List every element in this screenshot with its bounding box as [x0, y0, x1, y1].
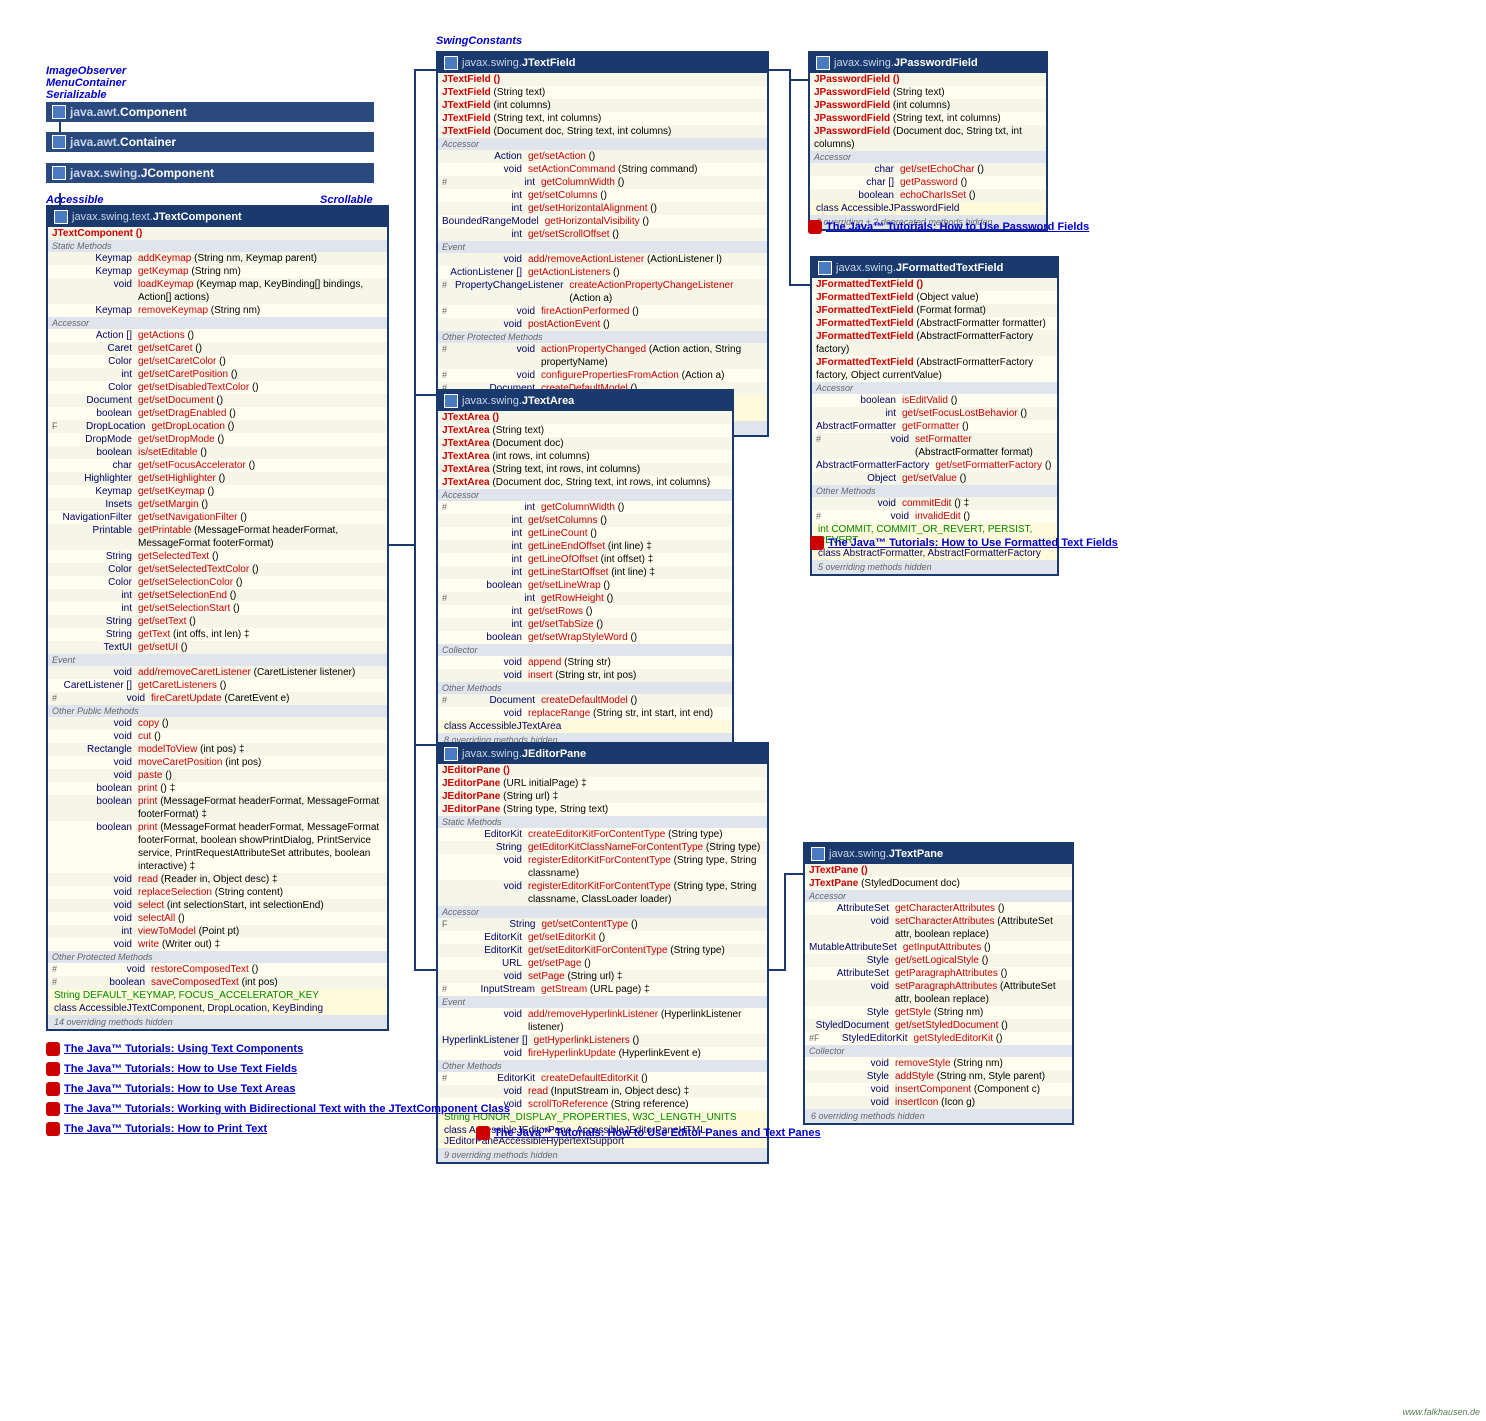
box-jpasswordfield: javax.swing.JPasswordField JPasswordFiel…: [808, 51, 1048, 231]
class-icon: [444, 394, 458, 408]
box-jtextcomponent: javax.swing.text.JTextComponent JTextCom…: [46, 205, 389, 1031]
class-icon: [444, 747, 458, 761]
tutorial-link[interactable]: The Java™ Tutorials: How to Use Text Fie…: [46, 1062, 297, 1076]
class-icon: [816, 56, 830, 70]
iface-imageobserver: ImageObserver: [46, 65, 126, 77]
bullet-icon: [46, 1082, 60, 1096]
box-component: java.awt.Component: [46, 102, 374, 122]
bullet-icon: [810, 536, 824, 550]
box-jeditorpane: javax.swing.JEditorPane JEditorPane () J…: [436, 742, 769, 1164]
bullet-icon: [46, 1062, 60, 1076]
tutorial-link[interactable]: The Java™ Tutorials: How to Print Text: [46, 1122, 267, 1136]
class-icon: [818, 261, 832, 275]
class-icon: [444, 56, 458, 70]
bullet-icon: [46, 1042, 60, 1056]
box-jtextarea: javax.swing.JTextArea JTextArea () JText…: [436, 389, 734, 749]
bullet-icon: [476, 1126, 490, 1140]
box-jtextfield: javax.swing.JTextField JTextField () JTe…: [436, 51, 769, 437]
tutorial-link[interactable]: The Java™ Tutorials: How to Use Editor P…: [476, 1126, 821, 1140]
diagram-canvas: ImageObserver MenuContainer Serializable…: [0, 0, 1486, 1421]
iface-serializable: Serializable: [46, 89, 107, 101]
watermark: www.falkhausen.de: [1402, 1407, 1480, 1417]
iface-swingconstants: SwingConstants: [436, 35, 522, 47]
class-icon: [52, 166, 66, 180]
bullet-icon: [46, 1102, 60, 1116]
tutorial-link[interactable]: The Java™ Tutorials: How to Use Password…: [808, 220, 1089, 234]
bullet-icon: [808, 220, 822, 234]
box-jformattedtextfield: javax.swing.JFormattedTextField JFormatt…: [810, 256, 1059, 576]
class-icon: [54, 210, 68, 224]
box-jtextpane: javax.swing.JTextPane JTextPane () JText…: [803, 842, 1074, 1125]
tutorial-link[interactable]: The Java™ Tutorials: Working with Bidire…: [46, 1102, 510, 1116]
box-container: java.awt.Container: [46, 132, 374, 152]
class-icon: [52, 135, 66, 149]
iface-menucontainer: MenuContainer: [46, 77, 126, 89]
tutorial-link[interactable]: The Java™ Tutorials: Using Text Componen…: [46, 1042, 303, 1056]
box-jcomponent: javax.swing.JComponent: [46, 163, 374, 183]
class-icon: [811, 847, 825, 861]
tutorial-link[interactable]: The Java™ Tutorials: How to Use Text Are…: [46, 1082, 295, 1096]
bullet-icon: [46, 1122, 60, 1136]
tutorial-link[interactable]: The Java™ Tutorials: How to Use Formatte…: [810, 536, 1118, 550]
class-icon: [52, 105, 66, 119]
